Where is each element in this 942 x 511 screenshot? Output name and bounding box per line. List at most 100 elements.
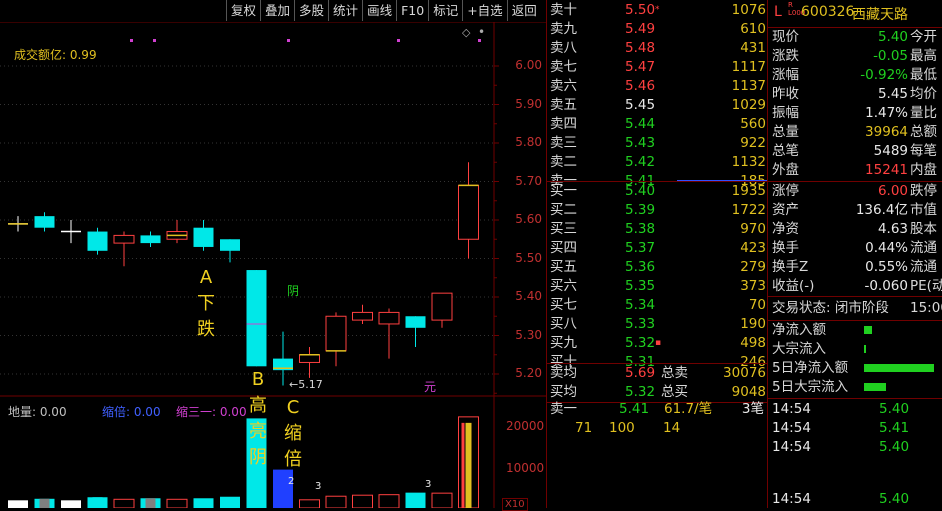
volume-count-3a: 3: [315, 481, 322, 492]
bid-row[interactable]: 买八 5.33 190: [547, 315, 768, 334]
volume-bar: [352, 494, 373, 508]
volume-axis-x10: X10: [502, 498, 528, 511]
candle: [378, 308, 400, 359]
ask-row[interactable]: 卖八 5.48 431: [547, 39, 768, 58]
candle: [34, 212, 55, 232]
flow-label: 大宗流入: [772, 341, 826, 357]
trade-row-2: 71 100 14: [547, 419, 768, 438]
bid-row[interactable]: 买七 5.34 70: [547, 296, 768, 315]
bid-row[interactable]: 买三 5.38 970: [547, 220, 768, 239]
volume-bar: [8, 500, 28, 508]
ask-row[interactable]: 卖五 5.45 1029: [547, 96, 768, 115]
book-price: 5.45: [625, 97, 656, 113]
toolbar-button-5[interactable]: F10: [396, 0, 428, 21]
candle: [61, 220, 81, 244]
volume-bar-body: [325, 495, 347, 508]
tick-time: 14:54: [772, 401, 811, 417]
book-price: 5.44: [625, 116, 656, 132]
quote-label-2: 跌停: [910, 183, 937, 199]
book-price: 5.42: [625, 154, 656, 170]
quote-value: 0.44%: [865, 240, 908, 256]
book-volume: 431: [740, 40, 766, 56]
quote-label: 昨收: [772, 86, 799, 102]
candle: [352, 304, 373, 324]
price-tick-label: 5.40: [515, 289, 542, 303]
avg-row: 卖均 5.69 总卖 30076: [547, 364, 768, 383]
annotation-b: B 高 亮 阴: [249, 369, 267, 468]
volume-bar: [325, 495, 347, 508]
toolbar-button-4[interactable]: 画线: [362, 0, 396, 21]
toolbar-button-0[interactable]: 复权: [226, 0, 260, 21]
stock-header[interactable]: LR L000 600326 西藏天路: [768, 0, 942, 26]
candlestick-chart: [0, 22, 546, 508]
quote-row: 现价 5.40 今开: [768, 28, 942, 47]
quote-value: -0.92%: [860, 67, 908, 83]
bid-row[interactable]: 买四 5.37 423: [547, 239, 768, 258]
ask-row[interactable]: 卖三 5.43 922: [547, 134, 768, 153]
status-time: 15:00: [910, 300, 942, 316]
volume-count-3b: 3: [425, 479, 432, 490]
toolbar-button-1[interactable]: 叠加: [260, 0, 294, 21]
toolbar-button-7[interactable]: +自选: [462, 0, 506, 21]
annotation-c: C 缩 倍: [284, 397, 302, 470]
bid-row[interactable]: 买六 5.35 373: [547, 277, 768, 296]
candle-body: [431, 292, 453, 321]
kline-chart-area[interactable]: 成交额亿: 0.99 ◇ • 6.00 5.90 5.80 5.70 5.60 5.50 5…: [0, 22, 546, 511]
bid-row[interactable]: 买二 5.39 1722: [547, 201, 768, 220]
ask-row[interactable]: 卖四 5.44 560: [547, 115, 768, 134]
book-level-label: 买一: [550, 183, 577, 199]
toolbar-button-3[interactable]: 统计: [328, 0, 362, 21]
candle: [299, 347, 320, 378]
quote-value: 1.47%: [865, 105, 908, 121]
volume-axis-20000: 20000: [506, 419, 545, 433]
quote-label: 总笔: [772, 143, 799, 159]
candle-body: [405, 316, 426, 328]
ask-row[interactable]: 卖九 5.49 610: [547, 20, 768, 39]
quote-label: 外盘: [772, 162, 799, 178]
bid-row[interactable]: 买五 5.36 279: [547, 258, 768, 277]
dot-icon[interactable]: •: [478, 25, 485, 39]
turnover-indicator-label: 成交额亿: 0.99: [14, 48, 97, 62]
quote-value: 5.45: [877, 86, 908, 102]
quote-label-2: 总额: [910, 124, 937, 140]
book-price: 5.40: [625, 183, 656, 199]
ask-row[interactable]: 卖十 5.50 * 1076: [547, 1, 768, 20]
candle: [458, 162, 479, 259]
toolbar-button-8[interactable]: 返回: [506, 0, 541, 21]
marker-dot: [153, 39, 156, 42]
toolbar-button-6[interactable]: 标记: [428, 0, 462, 21]
ask-row[interactable]: 卖二 5.42 1132: [547, 153, 768, 172]
annotation-yuan: 元: [424, 380, 437, 394]
quote-label: 净资: [772, 221, 799, 237]
quote-value: -0.060: [864, 278, 908, 294]
volume-bar: [220, 496, 240, 508]
volume-bar-body: [299, 499, 320, 508]
book-volume: 279: [740, 259, 766, 275]
book-level-label: 买五: [550, 259, 577, 275]
price-tick-label: 5.80: [515, 135, 542, 149]
ask-row[interactable]: 卖六 5.46 1137: [547, 77, 768, 96]
book-level-label: 买四: [550, 240, 577, 256]
bid-row[interactable]: 买九 5.32 ▪ 498: [547, 334, 768, 353]
total-volume: 30076: [723, 365, 766, 381]
book-volume: 1117: [731, 59, 766, 75]
diamond-icon[interactable]: ◇: [462, 26, 470, 39]
book-volume: 1935: [731, 183, 766, 199]
book-price: 5.49: [625, 21, 656, 37]
tick-row: 14:54 5.40: [768, 438, 942, 457]
book-level-label: 卖八: [550, 40, 577, 56]
volume-bar-body: [166, 498, 188, 508]
toolbar-button-2[interactable]: 多股: [294, 0, 328, 21]
bid-row[interactable]: 买一 5.40 1935: [547, 182, 768, 201]
candle: [113, 231, 135, 267]
volume-label-sy: 缩三一: 0.00: [176, 405, 247, 419]
quote-label-2: 流通: [910, 240, 937, 256]
volume-inner: [39, 498, 50, 508]
ask-row[interactable]: 卖七 5.47 1117: [547, 58, 768, 77]
volume-bar-body: [378, 494, 400, 508]
flow-row: 5日大宗流入: [768, 378, 942, 397]
volume-highlight: [465, 422, 472, 508]
quote-label: 涨停: [772, 183, 799, 199]
trade-rate: 61.7/笔: [664, 401, 713, 417]
stock-code: 600326: [801, 4, 855, 20]
